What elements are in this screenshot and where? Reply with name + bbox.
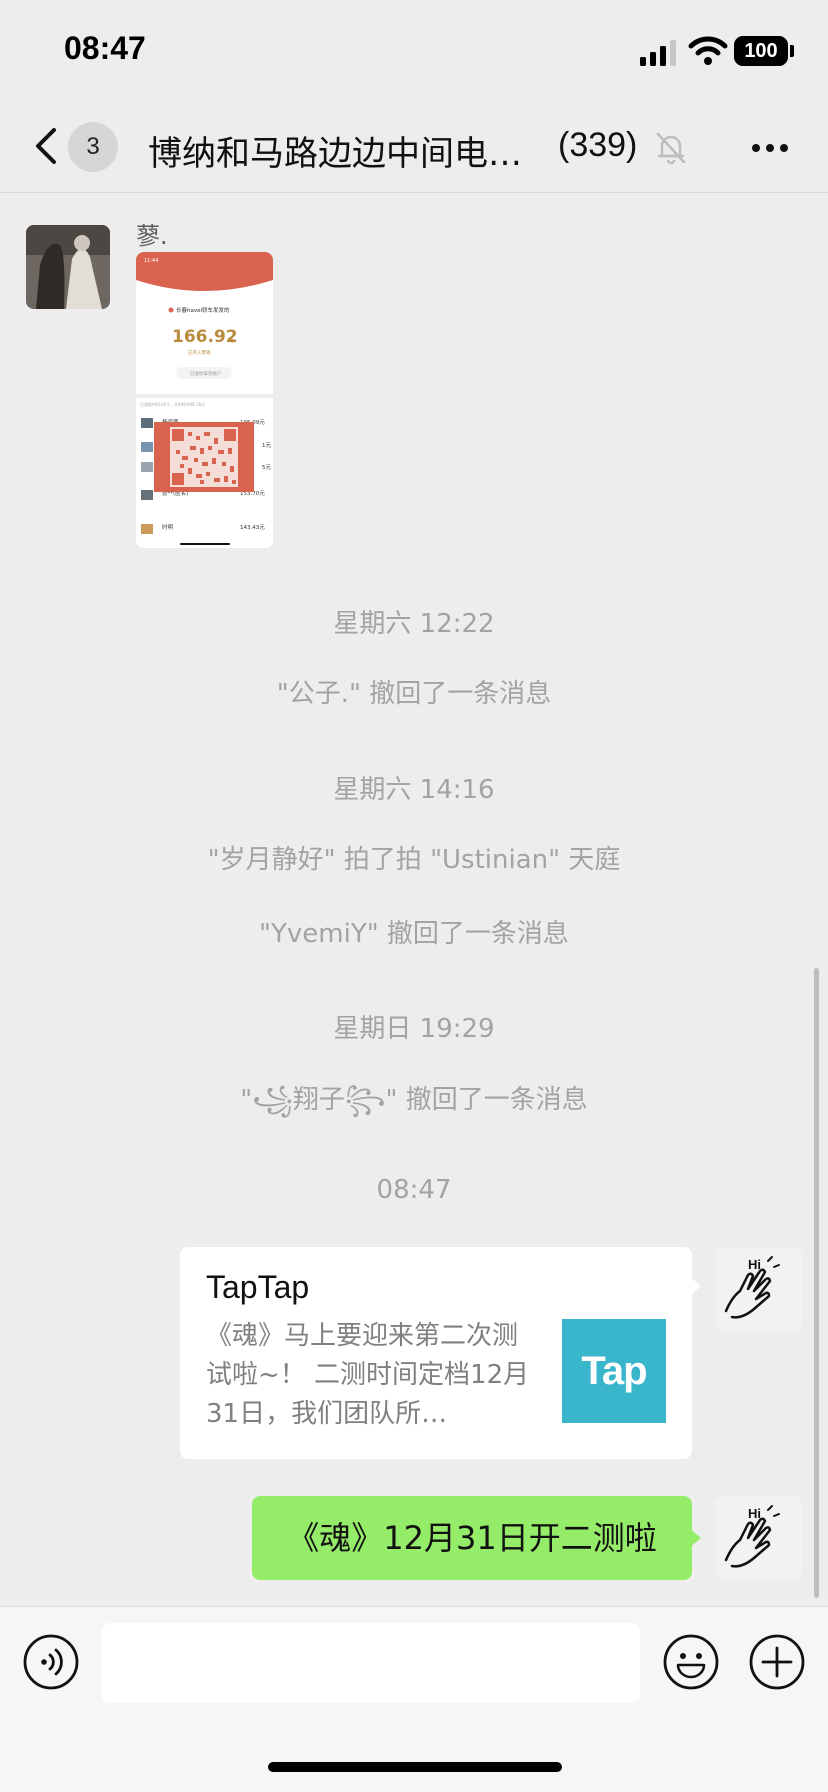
unread-badge[interactable]: 3 [68,122,118,172]
avatar-hi-text: Hi [748,1506,761,1521]
card-tail [689,1276,701,1296]
shot-button: 已收你拿到账户 [190,370,222,377]
bell-slash-icon [656,132,686,165]
shot-row-5-amount: 143.43元 [240,524,265,531]
shot-row-3-amount: 5元 [262,464,271,471]
card-title: TapTap [206,1269,310,1305]
chat-title[interactable]: 博纳和马路边边中间电… [148,126,522,175]
timestamp: 星期日 19:29 [333,1014,495,1044]
sender-avatar[interactable] [26,225,110,309]
timestamp: 星期六 12:22 [333,609,495,639]
scrollbar-thumb[interactable] [814,968,819,1598]
shot-amount-unit: 元 [228,337,234,344]
shot-time: 11:44 [144,258,158,264]
card-description: 《魂》马上要迎来第二次测试啦~！ 二测时间定档12月31日，我们团队所… [206,1321,530,1429]
bubble-tail [689,1528,701,1548]
signal-icon [640,40,676,66]
card-thumb-text: Tap [581,1348,647,1393]
chat-header: 3 博纳和马路边边中间电… (339) [0,100,828,193]
recall-notice: "YvemiY" 撤回了一条消息 [259,919,569,949]
link-card[interactable]: TapTap 《魂》马上要迎来第二次测试啦~！ 二测时间定档12月31日，我们团… [180,1247,692,1459]
status-time: 08:47 [64,30,146,66]
self-avatar[interactable]: Hi [716,1247,802,1331]
avatar-hi-text: Hi [748,1257,761,1272]
taptap-logo: Tap [562,1319,666,1423]
emoji-icon[interactable] [662,1633,720,1691]
message-input[interactable] [102,1623,640,1703]
member-count[interactable]: (339) [558,126,637,165]
shot-row-2-amount: 1元 [262,442,271,449]
shot-row-5-name: 时明 [162,523,174,531]
shot-header: 长春havel轿车发发的 [176,306,230,314]
image-message[interactable]: 11:44 长春havel轿车发发的 166.92 元 已存入零钱 已收你拿到账… [136,252,273,548]
home-indicator[interactable] [268,1762,562,1772]
self-avatar[interactable]: Hi [716,1496,802,1580]
timestamp: 08:47 [376,1175,452,1205]
ellipsis-icon[interactable] [748,128,792,168]
recall-notice: "公子." 撤回了一条消息 [276,679,552,709]
battery-tip [790,45,794,57]
chevron-left-icon[interactable] [30,126,64,166]
timestamp: 星期六 14:16 [333,775,495,805]
status-bar: 08:47 100 [0,0,828,100]
shot-stats: 已领取99/100个，共499/498.78元 [140,401,205,407]
pat-notice: "岁月静好" 拍了拍 "Ustinian" 天庭 [207,845,621,875]
wifi-icon [688,36,728,65]
plus-icon[interactable] [748,1633,806,1691]
recall-notice: "꧁翔子꧂" 撤回了一条消息 [240,1085,588,1115]
shot-sub: 已存入零钱 [188,349,211,356]
text-message-sent[interactable]: 《魂》12月31日开二测啦 [252,1496,692,1580]
sender-name: 蓼. [136,222,168,250]
voice-icon[interactable] [22,1633,80,1691]
battery-icon: 100 [734,36,788,66]
battery-level: 100 [744,40,778,62]
